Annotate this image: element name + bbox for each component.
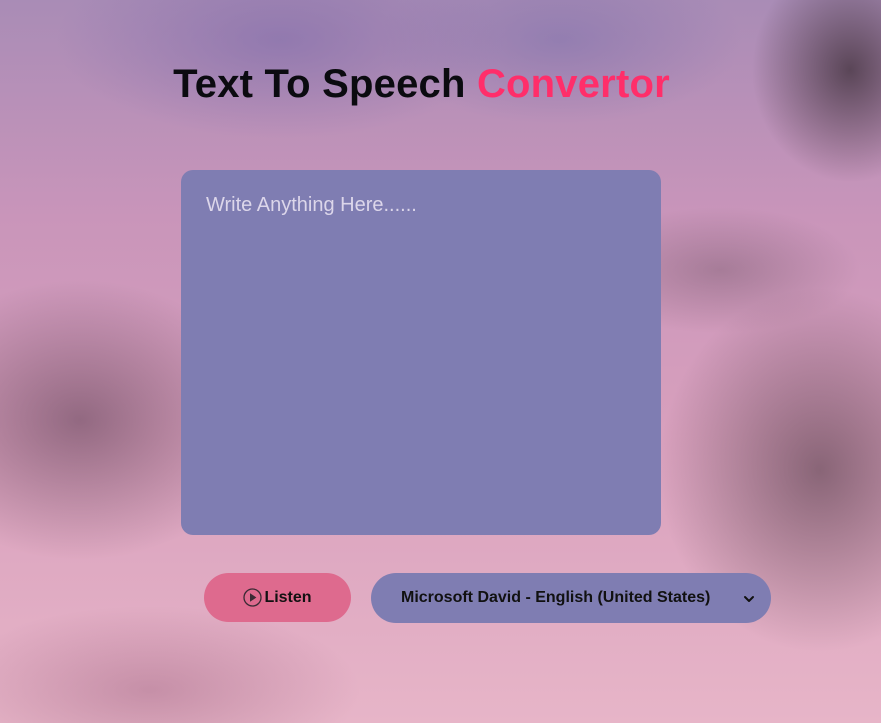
title-accent: Convertor [476, 62, 670, 106]
text-input[interactable] [181, 170, 661, 535]
listen-button[interactable]: Listen [204, 573, 351, 622]
page-title: Text To Speech Convertor [0, 62, 843, 107]
voice-select[interactable]: Microsoft David - English (United States… [371, 573, 771, 623]
voice-selected-value: Microsoft David - English (United States… [401, 589, 711, 606]
play-circle-icon [243, 588, 263, 607]
chevron-down-icon [743, 592, 755, 604]
title-main: Text To Speech [173, 62, 477, 106]
listen-label: Listen [264, 588, 312, 606]
